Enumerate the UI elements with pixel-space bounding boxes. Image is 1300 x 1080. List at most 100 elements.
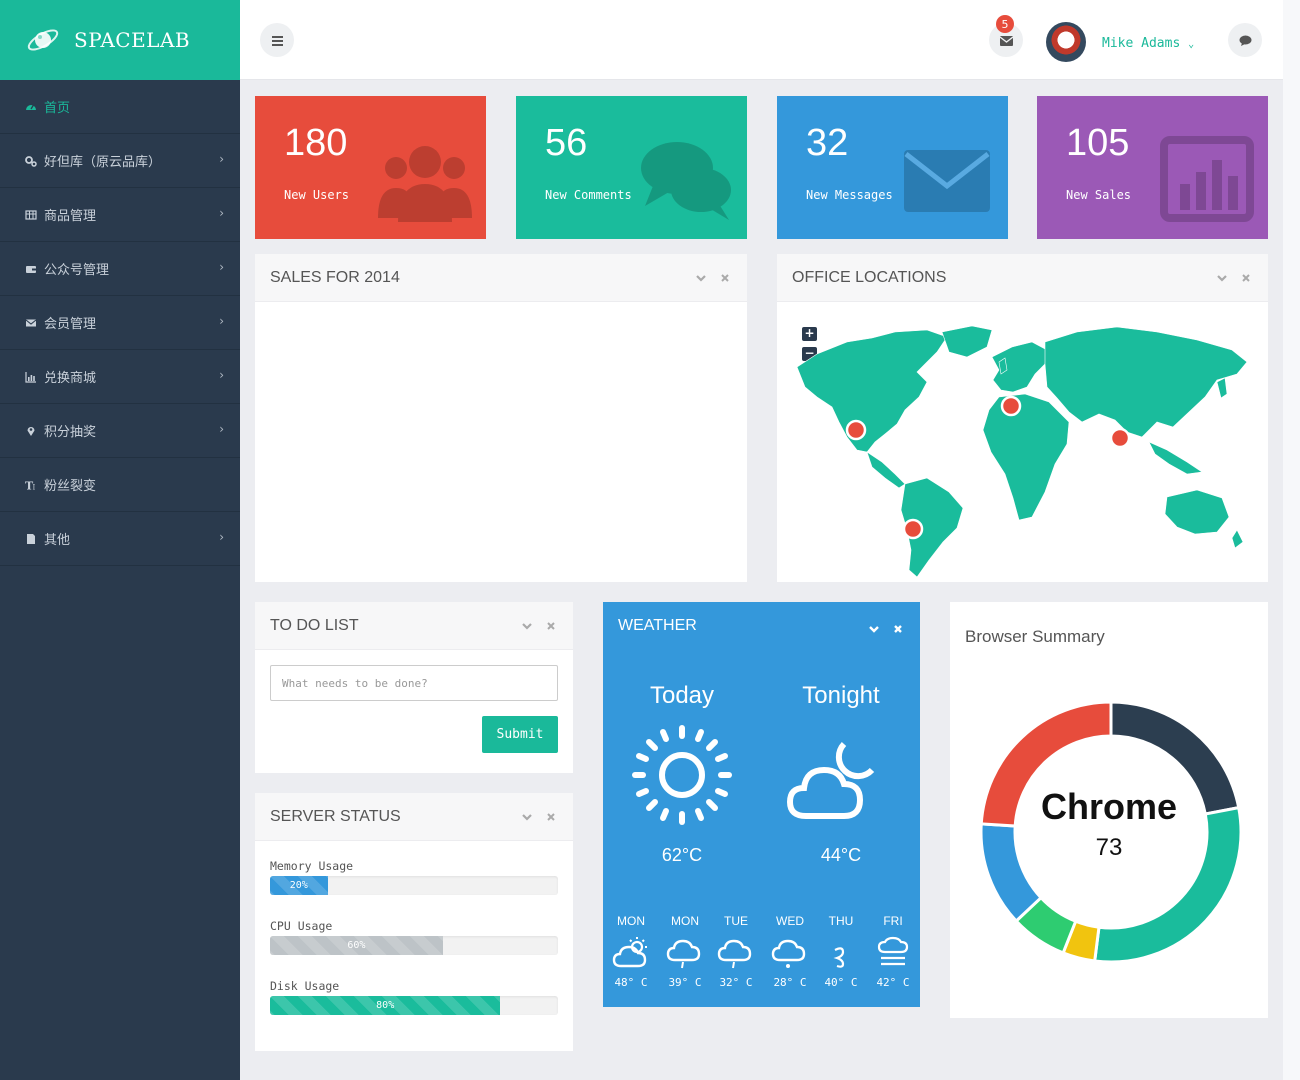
panel-header: TO DO LIST [255,602,573,650]
sidebar-item-label: 会员管理 [44,317,97,332]
sales-panel: SALES FOR 2014 [255,254,747,582]
server-metric-label: CPU Usage [270,919,333,933]
chat-button[interactable] [1228,23,1262,57]
collapse-icon[interactable] [868,622,880,640]
sidebar-item[interactable]: 好但库（原云品库） › [0,134,240,188]
sidebar-item[interactable]: T I 粉丝裂变 [0,458,240,512]
todo-input[interactable] [270,665,558,701]
sidebar-item[interactable]: 商品管理 › [0,188,240,242]
close-icon[interactable] [545,811,557,823]
browser-donut-chart[interactable] [979,700,1243,964]
southeast-asia [1148,441,1203,475]
chevron-right-icon: › [219,368,224,382]
stat-value: 105 [1066,122,1130,164]
collapse-icon[interactable] [695,272,707,284]
bar-chart-icon [25,371,37,383]
chevron-right-icon: › [219,206,224,220]
forecast-temp: 28° C [773,976,807,989]
sidebar-item-label: 兑换商城 [44,371,97,386]
progress-fill: 80% [270,996,501,1015]
tonight-label: Tonight [802,682,880,709]
browser-summary-panel: Browser Summary Chrome 73 [950,602,1268,1018]
close-icon[interactable] [545,620,557,632]
panel-header: SERVER STATUS [255,793,573,841]
envelope-icon [25,317,37,329]
dashboard-icon [25,101,37,113]
sidebar-item[interactable]: 公众号管理 › [0,242,240,296]
comments-icon [639,136,733,222]
progress-fill: 60% [270,936,443,955]
submit-button[interactable]: Submit [482,716,558,753]
wallet-icon [25,263,37,275]
stat-tile[interactable]: 105 New Sales [1037,96,1268,239]
forecast-temp: 32° C [719,976,753,989]
menu-toggle-button[interactable] [260,23,294,57]
user-menu-toggle[interactable]: Mike Adams ⌄ [1102,36,1194,51]
collapse-icon[interactable] [521,620,533,632]
todo-panel: TO DO LIST Submit [255,602,573,773]
collapse-icon[interactable] [521,811,533,823]
sidebar-item-label: 粉丝裂变 [44,479,97,494]
wind-icon [821,936,861,970]
cloud-snow-icon [770,936,810,970]
messages-button[interactable]: 5 [989,15,1023,57]
tonight-temp: 44°C [820,845,862,865]
svg-text:I: I [33,483,36,491]
stat-value: 56 [545,122,588,164]
progress-bar: 60% [270,936,558,955]
forecast-day: TUE [724,914,748,928]
greenland [941,325,993,358]
donut-center-value: 73 [1095,834,1123,861]
sidebar-item[interactable]: 首页 [0,80,240,134]
today-label: Today [649,682,715,709]
envelope-icon [999,35,1013,46]
close-icon[interactable] [892,622,904,640]
sales-chart-area [255,302,747,582]
panel-title: SALES FOR 2014 [270,268,400,286]
file-icon [25,533,37,545]
donut-segment[interactable] [1093,805,1243,964]
office-locations-panel: OFFICE LOCATIONS + − [777,254,1268,582]
close-icon[interactable] [719,272,731,284]
brand[interactable]: SPACELAB [0,0,240,80]
forecast-temp: 48° C [614,976,648,989]
hamburger-icon [271,35,283,46]
sidebar-item-label: 好但库（原云品库） [44,155,162,170]
stat-tile[interactable]: 180 New Users [255,96,486,239]
close-icon[interactable] [1240,272,1252,284]
progress-bar: 80% [270,996,558,1015]
sidebar-item-label: 首页 [44,101,71,116]
server-metric-label: Disk Usage [270,979,340,993]
sidebar-item-label: 商品管理 [44,209,97,224]
sidebar-item[interactable]: 会员管理 › [0,296,240,350]
stat-value: 32 [806,122,849,164]
today-temp: 62°C [661,845,703,865]
text-size-icon: TI [25,479,37,491]
avatar[interactable] [1046,22,1086,62]
chevron-right-icon: › [219,314,224,328]
africa [982,393,1070,521]
stat-tile[interactable]: 32 New Messages [777,96,1008,239]
australia [1164,489,1230,535]
central-america [866,451,906,489]
chevron-right-icon: › [219,530,224,544]
world-map[interactable] [777,302,1268,582]
cloud-rain-icon [716,936,756,970]
sidebar-item[interactable]: 兑换商城 › [0,350,240,404]
forecast-day: MON [671,914,699,928]
forecast-day: THU [828,914,854,928]
collapse-icon[interactable] [1216,272,1228,284]
users-icon [378,136,472,222]
forecast-temp: 42° C [876,976,910,989]
server-metric-label: Memory Usage [270,859,354,873]
sidebar-item[interactable]: 积分抽奖 › [0,404,240,458]
table-icon [25,209,37,221]
envelope-icon [900,136,994,222]
panel-header: SALES FOR 2014 [255,254,747,302]
messages-badge: 5 [996,15,1014,33]
sidebar-item[interactable]: 其他 › [0,512,240,566]
north-america [796,329,948,453]
stat-label: New Sales [1066,188,1132,202]
weather-panel: WEATHER Today 62°C Tonight 44°C MON 48° C… [603,602,920,1007]
stat-tile[interactable]: 56 New Comments [516,96,747,239]
